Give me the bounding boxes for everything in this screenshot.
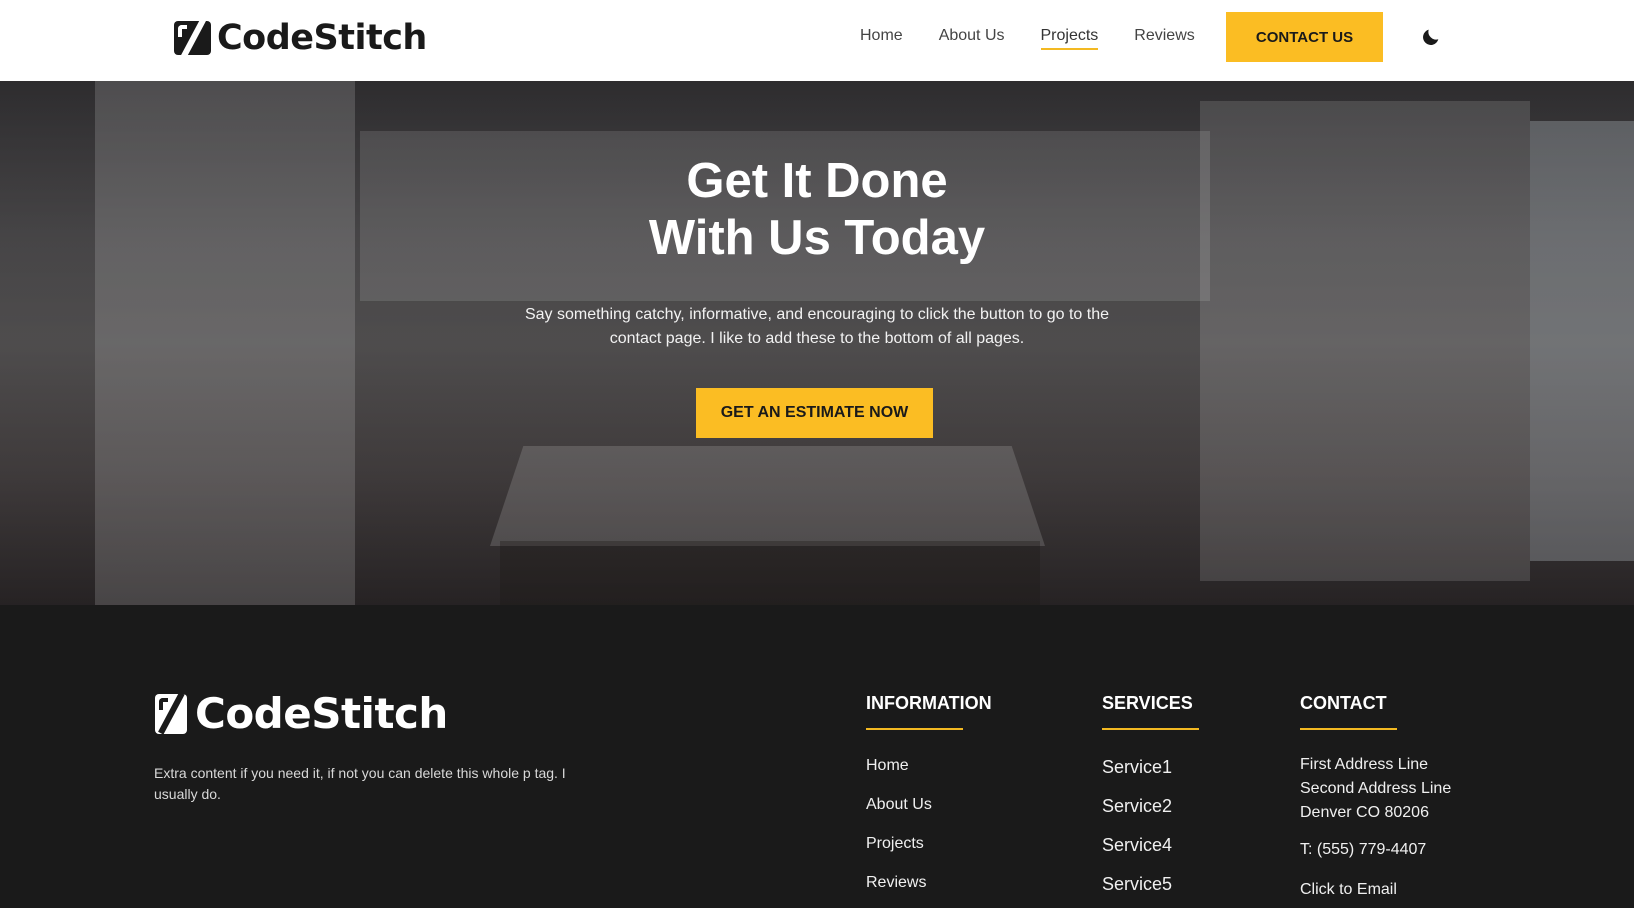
hero-subtitle: Say something catchy, informative, and e… <box>524 306 1110 347</box>
footer-blurb: Extra content if you need it, if not you… <box>154 765 566 802</box>
footer-contact-column: CONTACT First Address Line Second Addres… <box>1300 693 1451 899</box>
header-logo[interactable]: CodeStitch <box>174 18 427 58</box>
site-header: CodeStitch Home About Us Projects Review… <box>0 0 1634 81</box>
heading-underline <box>866 728 963 730</box>
main-nav: Home About Us Projects Reviews <box>860 0 1231 73</box>
heading-underline <box>1102 728 1199 730</box>
address-line-1: First Address Line <box>1300 756 1429 773</box>
hero-title: Get It Done With Us Today <box>0 153 1634 267</box>
footer-information-column: INFORMATION Home About Us Projects Revie… <box>866 693 992 908</box>
logo-text: CodeStitch <box>217 18 427 58</box>
address-line-3: Denver CO 80206 <box>1300 804 1429 821</box>
footer-email-link[interactable]: Click to Email <box>1300 881 1451 899</box>
footer-link-about-us[interactable]: About Us <box>866 796 992 835</box>
footer-link-service1[interactable]: Service1 <box>1102 757 1199 796</box>
contact-us-button[interactable]: CONTACT US <box>1226 12 1383 62</box>
footer-link-service5[interactable]: Service5 <box>1102 874 1199 908</box>
footer-link-service2[interactable]: Service2 <box>1102 796 1199 835</box>
nav-about-us[interactable]: About Us <box>939 27 1005 47</box>
footer-information-heading: INFORMATION <box>866 693 992 713</box>
footer-contact-heading: CONTACT <box>1300 693 1387 713</box>
footer-logo[interactable]: CodeStitch <box>155 689 448 738</box>
footer-phone-link[interactable]: T: (555) 779-4407 <box>1300 841 1451 859</box>
logo-mark-icon <box>155 693 187 734</box>
footer-logo-text: CodeStitch <box>195 689 448 738</box>
logo-mark-icon <box>174 21 211 55</box>
hero-title-line1: Get It Done <box>686 154 948 208</box>
footer-address: First Address Line Second Address Line D… <box>1300 753 1451 825</box>
footer-services-heading: SERVICES <box>1102 693 1193 713</box>
heading-underline <box>1300 728 1397 730</box>
footer-link-home[interactable]: Home <box>866 757 992 796</box>
footer-link-reviews[interactable]: Reviews <box>866 874 992 908</box>
footer-link-projects[interactable]: Projects <box>866 835 992 874</box>
get-estimate-button[interactable]: GET AN ESTIMATE NOW <box>696 388 933 438</box>
hero-section: Get It Done With Us Today Say something … <box>0 81 1634 605</box>
footer-link-service4[interactable]: Service4 <box>1102 835 1199 874</box>
nav-reviews[interactable]: Reviews <box>1134 27 1194 47</box>
address-line-2: Second Address Line <box>1300 780 1452 797</box>
nav-projects[interactable]: Projects <box>1040 27 1098 50</box>
footer-services-column: SERVICES Service1 Service2 Service4 Serv… <box>1102 693 1199 908</box>
nav-home[interactable]: Home <box>860 27 903 47</box>
moon-icon[interactable] <box>1420 26 1442 48</box>
hero-title-line2: With Us Today <box>648 211 986 265</box>
site-footer: CodeStitch Extra content if you need it,… <box>0 605 1634 908</box>
